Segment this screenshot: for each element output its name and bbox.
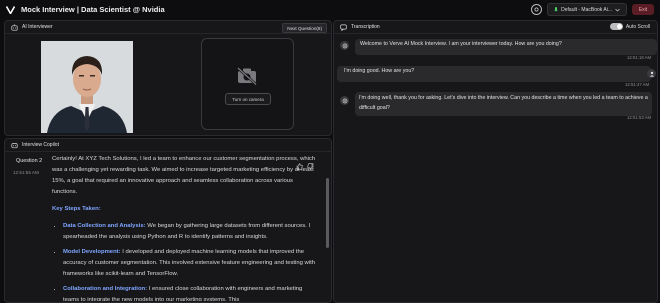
ai-avatar-icon bbox=[340, 41, 349, 50]
transcript-message: Welcome to Verve AI Mock Interview. I am… bbox=[355, 39, 657, 55]
feedback-buttons bbox=[296, 157, 314, 175]
interviewer-avatar bbox=[41, 41, 133, 133]
chevron-down-icon bbox=[615, 8, 620, 11]
transcription-panel: Transcription Auto Scroll bbox=[333, 20, 658, 303]
verve-logo-icon bbox=[6, 5, 15, 14]
next-question-button[interactable]: Next Question(8) bbox=[282, 23, 327, 33]
message-text: Welcome to Verve AI Mock Interview. I am… bbox=[360, 41, 562, 47]
question-timestamp: 12:51:55 AM bbox=[13, 170, 39, 175]
thumbs-down-icon[interactable] bbox=[307, 157, 314, 175]
microphone-select[interactable]: Default - MacBook Ai... bbox=[547, 3, 627, 16]
thumbs-up-icon[interactable] bbox=[296, 157, 303, 175]
interview-copilot-title: Interview Copilot bbox=[22, 142, 59, 148]
answer-intro: Certainly! At XYZ Tech Solutions, I led … bbox=[52, 156, 316, 195]
message-timestamp: 12:51:53 AM bbox=[627, 115, 652, 120]
transcript-message: I'm doing well, thank you for asking. Le… bbox=[355, 92, 652, 116]
list-item: Collaboration and Integration: I ensured… bbox=[63, 284, 318, 301]
turn-on-camera-button[interactable]: Turn on camera bbox=[225, 93, 271, 105]
key-steps-heading: Key Steps Taken: bbox=[52, 206, 101, 212]
key-steps-list: Data Collection and Analysis: We began b… bbox=[52, 221, 318, 301]
copilot-answer: Certainly! At XYZ Tech Solutions, I led … bbox=[52, 154, 318, 301]
transcription-title: Transcription bbox=[351, 24, 380, 30]
message-timestamp: 12:51:18 AM bbox=[627, 55, 652, 60]
page-title: Mock Interview | Data Scientist @ Nvidia bbox=[21, 5, 165, 14]
copilot-icon bbox=[11, 142, 18, 148]
message-timestamp: 12:51:47 AM bbox=[625, 82, 650, 87]
ai-avatar-icon bbox=[340, 96, 349, 105]
question-label: Question 2 bbox=[16, 158, 43, 164]
list-item: Model Development: I developed and deplo… bbox=[63, 247, 318, 280]
message-text: I'm doing good. How are you? bbox=[344, 68, 415, 74]
user-avatar-icon bbox=[647, 69, 656, 78]
transcript-message: I'm doing good. How are you? bbox=[337, 66, 651, 82]
message-text: I'm doing well, thank you for asking. Le… bbox=[359, 95, 648, 111]
auto-scroll-toggle[interactable] bbox=[609, 23, 623, 30]
robot-icon bbox=[11, 23, 18, 31]
camera-off-icon bbox=[236, 67, 258, 90]
top-bar: Mock Interview | Data Scientist @ Nvidia… bbox=[0, 0, 660, 19]
transcription-icon bbox=[340, 24, 347, 31]
exit-button[interactable]: Exit bbox=[632, 4, 654, 15]
theme-toggle-icon[interactable] bbox=[531, 4, 543, 15]
microphone-select-label: Default - MacBook Ai... bbox=[561, 6, 612, 13]
microphone-icon bbox=[554, 6, 559, 11]
copilot-scrollbar[interactable] bbox=[326, 178, 329, 248]
ai-interviewer-title: AI Interviewer bbox=[22, 24, 53, 30]
auto-scroll-label: Auto Scroll bbox=[625, 23, 650, 30]
transcription-header: Transcription bbox=[334, 21, 657, 34]
auto-scroll-control: Auto Scroll bbox=[609, 23, 650, 30]
interview-copilot-header: Interview Copilot bbox=[5, 139, 331, 152]
user-camera-preview: Turn on camera bbox=[201, 38, 294, 130]
list-item: Data Collection and Analysis: We began b… bbox=[63, 221, 318, 243]
